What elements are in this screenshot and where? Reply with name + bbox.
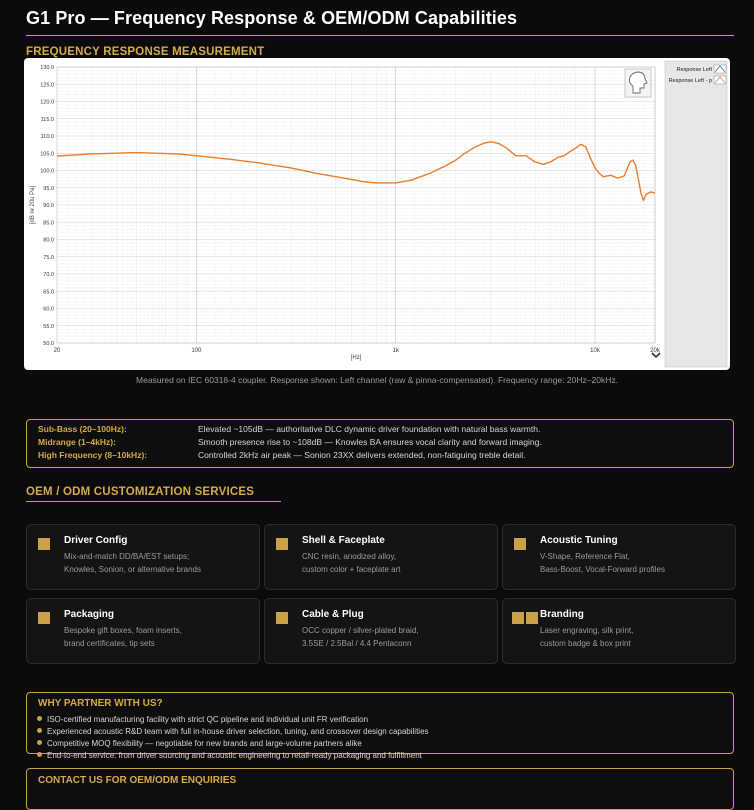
service-card-cable-plug[interactable]: Cable & Plug OCC copper / silver-plated …	[264, 598, 498, 664]
band-label: Sub-Bass (20–100Hz):	[38, 424, 127, 434]
legend-entry-1[interactable]: Response Left	[677, 64, 727, 74]
bullet-icon	[37, 740, 42, 745]
x-tick-label: 10k	[590, 348, 601, 354]
contact-box[interactable]: CONTACT US FOR OEM/ODM ENQUIRIES	[26, 768, 734, 810]
oem-section-heading: OEM / ODM CUSTOMIZATION SERVICES	[26, 486, 255, 498]
y-tick-label: 60.0	[43, 307, 54, 313]
square-icon	[512, 612, 524, 624]
card-description: Bespoke gift boxes, foam inserts, brand c…	[64, 626, 182, 648]
band-description: Elevated ~105dB — authoritative DLC dyna…	[198, 424, 541, 434]
service-card-acoustic-tuning[interactable]: Acoustic Tuning V-Shape, Reference Flat,…	[502, 524, 736, 590]
why-list-item: Competitive MOQ flexibility — negotiable…	[37, 739, 362, 748]
grid-lines	[56, 66, 656, 344]
square-icon	[38, 538, 50, 550]
card-description: CNC resin, anodized alloy, custom color +…	[302, 552, 401, 574]
band-description: Controlled 2kHz air peak — Sonion 23XX d…	[198, 450, 526, 460]
head-profile-icon	[624, 68, 652, 98]
service-card-packaging[interactable]: Packaging Bespoke gift boxes, foam inser…	[26, 598, 260, 664]
y-tick-label: 85.0	[43, 220, 54, 226]
y-tick-label: 105.0	[40, 151, 54, 157]
card-title: Acoustic Tuning	[540, 535, 618, 546]
square-icon	[38, 612, 50, 624]
card-title: Cable & Plug	[302, 609, 364, 620]
band-row-sub-bass: Sub-Bass (20–100Hz): Elevated ~105dB — a…	[27, 424, 733, 437]
card-title: Branding	[540, 609, 584, 620]
y-tick-label: 65.0	[43, 289, 54, 295]
square-icon	[276, 538, 288, 550]
contact-heading: CONTACT US FOR OEM/ODM ENQUIRIES	[38, 775, 237, 786]
why-list-item: End-to-end service: from driver sourcing…	[37, 751, 422, 760]
service-card-driver-config[interactable]: Driver Config Mix-and-match DD/BA/EST se…	[26, 524, 260, 590]
oem-heading-underline	[26, 501, 281, 502]
band-label: Midrange (1–4kHz):	[38, 437, 116, 447]
why-list-item: ISO-certified manufacturing facility wit…	[37, 715, 368, 724]
title-divider	[26, 35, 734, 36]
card-title: Packaging	[64, 609, 115, 620]
square-icon	[514, 538, 526, 550]
service-card-branding[interactable]: Branding Laser engraving, silk print, cus…	[502, 598, 736, 664]
band-label: High Frequency (8–10kHz):	[38, 450, 148, 460]
y-tick-label: 100.0	[40, 169, 54, 175]
x-tick-label: 20	[54, 348, 61, 354]
y-tick-label: 50.0	[43, 341, 54, 347]
why-partner-box: WHY PARTNER WITH US? ISO-certified manuf…	[26, 692, 734, 760]
legend-entry-2[interactable]: Response Left - p	[669, 75, 727, 85]
legend-label-1: Response Left	[677, 67, 713, 73]
y-tick-label: 55.0	[43, 324, 54, 330]
chart-caption: Measured on IEC 60318-4 coupler. Respons…	[136, 375, 618, 385]
frequency-response-chart: 50.0 55.0 60.0 65.0 70.0 75.0 80.0 85.0 90.0 95.0…	[30, 60, 728, 368]
why-list-item: Experienced acoustic R&D team with full …	[37, 727, 429, 736]
y-tick-label: 130.0	[40, 65, 54, 71]
why-partner-heading: WHY PARTNER WITH US?	[38, 698, 163, 709]
y-tick-label: 115.0	[41, 117, 54, 123]
y-tick-label: 95.0	[43, 186, 54, 192]
band-description: Smooth presence rise to ~108dB — Knowles…	[198, 437, 542, 447]
y-tick-label: 125.0	[40, 82, 54, 88]
x-axis-label: [Hz]	[351, 355, 362, 361]
frequency-bands-box: Sub-Bass (20–100Hz): Elevated ~105dB — a…	[26, 419, 734, 468]
y-tick-label: 70.0	[43, 272, 54, 278]
card-description: Mix-and-match DD/BA/EST setups; Knowles, …	[64, 552, 201, 574]
y-tick-label: 90.0	[43, 203, 54, 209]
bullet-icon	[37, 752, 42, 757]
bullet-icon	[37, 716, 42, 721]
legend-panel	[664, 60, 728, 368]
frequency-response-chart-panel: 50.0 55.0 60.0 65.0 70.0 75.0 80.0 85.0 90.0 95.0…	[24, 58, 730, 370]
card-description: OCC copper / silver-plated braid, 3.5SE /…	[302, 626, 419, 648]
x-tick-label: 1k	[392, 348, 399, 354]
service-card-shell-faceplate[interactable]: Shell & Faceplate CNC resin, anodized al…	[264, 524, 498, 590]
y-tick-label: 110.0	[41, 134, 54, 140]
square-icon	[276, 612, 288, 624]
y-tick-label: 75.0	[43, 255, 54, 261]
bullet-icon	[37, 728, 42, 733]
band-row-high-frequency: High Frequency (8–10kHz): Controlled 2kH…	[27, 450, 733, 463]
card-description: V-Shape, Reference Flat, Bass-Boost, Voca…	[540, 552, 665, 574]
legend-label-2: Response Left - p	[669, 78, 712, 84]
card-title: Shell & Faceplate	[302, 535, 385, 546]
x-tick-label: 100	[191, 348, 202, 354]
band-row-midrange: Midrange (1–4kHz): Smooth presence rise …	[27, 437, 733, 450]
square-icon	[526, 612, 538, 624]
y-axis-label: [dB re 20u Pa]	[30, 185, 36, 224]
fr-section-heading: FREQUENCY RESPONSE MEASUREMENT	[26, 46, 265, 58]
card-title: Driver Config	[64, 535, 128, 546]
page-title: G1 Pro — Frequency Response & OEM/ODM Ca…	[26, 8, 518, 28]
card-description: Laser engraving, silk print, custom badge…	[540, 626, 634, 648]
y-tick-label: 80.0	[43, 238, 54, 244]
y-tick-label: 120.0	[40, 100, 54, 106]
